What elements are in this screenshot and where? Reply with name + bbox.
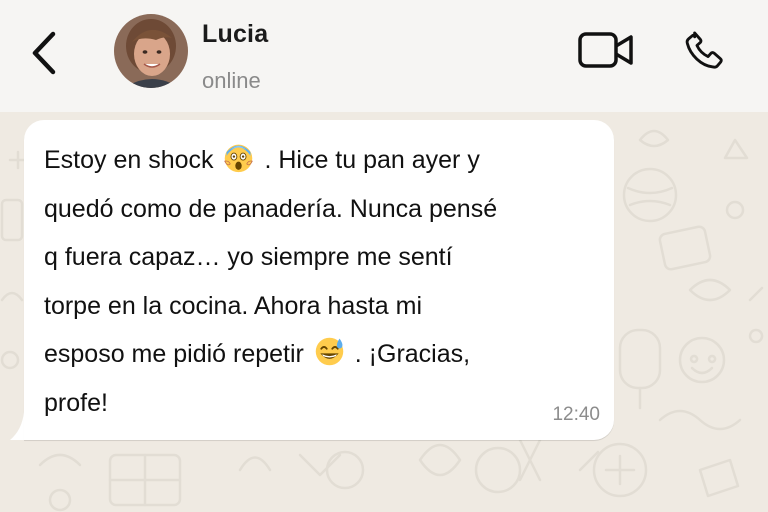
message-text: Estoy en shock . Hice tu pan ayer y qued… bbox=[44, 136, 584, 427]
avatar-photo bbox=[114, 14, 188, 88]
contact-avatar[interactable] bbox=[114, 14, 188, 88]
chat-screen: Lucia online Estoy en shock . Hice tu pa… bbox=[0, 0, 768, 512]
face-screaming-in-fear-emoji-icon bbox=[224, 144, 254, 173]
grinning-face-with-sweat-emoji-icon bbox=[315, 337, 344, 366]
video-camera-icon bbox=[578, 32, 633, 68]
message-line: q fuera capaz… yo siempre me sentí bbox=[44, 243, 453, 271]
incoming-message-bubble[interactable]: Estoy en shock . Hice tu pan ayer y qued… bbox=[24, 120, 614, 440]
contact-status: online bbox=[202, 68, 261, 93]
message-text-segment: esposo me pidió repetir bbox=[44, 340, 304, 368]
message-line: quedó como de panadería. Nunca pensé bbox=[44, 194, 498, 223]
message-line: profe! bbox=[44, 388, 108, 417]
message-text-segment: Estoy en shock bbox=[44, 146, 214, 174]
contact-name[interactable]: Lucia bbox=[202, 20, 268, 49]
chat-header: Lucia online bbox=[0, 0, 768, 112]
message-timestamp: 12:40 bbox=[552, 404, 600, 425]
video-call-button[interactable] bbox=[578, 30, 634, 70]
message-line: torpe en la cocina. Ahora hasta mi bbox=[44, 291, 423, 320]
chevron-left-icon bbox=[32, 31, 56, 75]
message-line: esposo me pidió repetir . ¡Gracias, bbox=[44, 330, 584, 379]
phone-icon bbox=[685, 31, 723, 69]
back-button[interactable] bbox=[22, 28, 66, 78]
message-text-segment: . Hice tu pan ayer y bbox=[264, 146, 480, 174]
message-text-segment: . ¡Gracias, bbox=[354, 340, 471, 368]
voice-call-button[interactable] bbox=[680, 26, 730, 76]
message-line: Estoy en shock . Hice tu pan ayer y bbox=[44, 136, 584, 185]
